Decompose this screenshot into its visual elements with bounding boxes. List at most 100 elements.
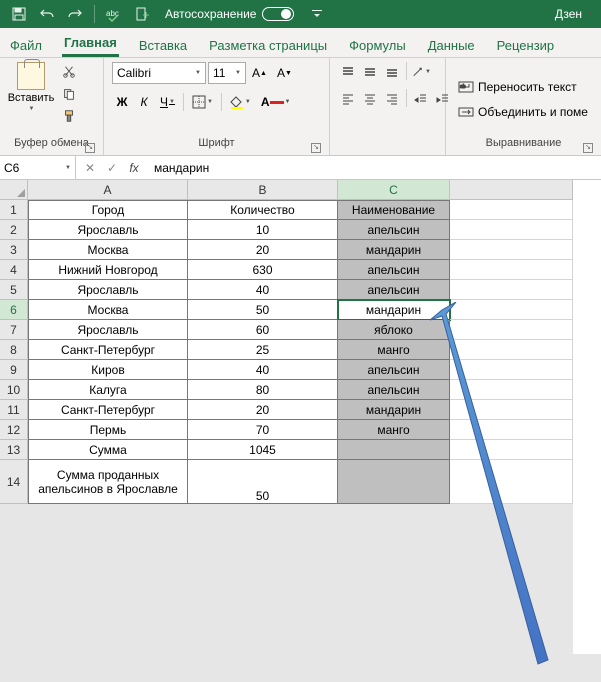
cell[interactable]: апельсин xyxy=(338,220,450,240)
row-header[interactable]: 5 xyxy=(0,280,28,300)
cell[interactable]: 25 xyxy=(188,340,338,360)
row-header[interactable]: 12 xyxy=(0,420,28,440)
merge-cells-button[interactable]: Объединить и поме xyxy=(454,101,592,123)
row-header[interactable]: 4 xyxy=(0,260,28,280)
cell[interactable]: 60 xyxy=(188,320,338,340)
fill-color-button[interactable]: ▼ xyxy=(226,91,255,113)
cell[interactable] xyxy=(338,440,450,460)
formula-input[interactable]: мандарин xyxy=(148,161,601,175)
cell[interactable]: Количество xyxy=(188,200,338,220)
cut-icon[interactable] xyxy=(58,62,80,82)
cell[interactable] xyxy=(450,360,573,380)
user-menu[interactable]: Дзен ▼ xyxy=(555,7,593,21)
cell[interactable] xyxy=(450,440,573,460)
cancel-formula-icon[interactable]: ✕ xyxy=(80,161,100,175)
align-middle-icon[interactable] xyxy=(360,62,380,82)
align-right-icon[interactable] xyxy=(382,89,402,109)
undo-icon[interactable] xyxy=(36,3,58,25)
row-header[interactable]: 11 xyxy=(0,400,28,420)
tab-home[interactable]: Главная xyxy=(62,31,119,57)
cell[interactable]: 50 xyxy=(188,300,338,320)
row-header[interactable]: 1 xyxy=(0,200,28,220)
cell[interactable]: 40 xyxy=(188,360,338,380)
cell[interactable]: Ярославль xyxy=(28,280,188,300)
col-header-d[interactable] xyxy=(450,180,573,200)
italic-button[interactable]: К xyxy=(134,91,154,113)
increase-font-icon[interactable]: A▲ xyxy=(248,62,271,84)
col-header-c[interactable]: C xyxy=(338,180,450,200)
cell[interactable]: Москва xyxy=(28,240,188,260)
cell[interactable]: Ярославль xyxy=(28,220,188,240)
row-header[interactable]: 3 xyxy=(0,240,28,260)
cell[interactable]: манго xyxy=(338,340,450,360)
dialog-launcher-icon[interactable]: ↘ xyxy=(85,143,95,153)
cell[interactable] xyxy=(450,320,573,340)
tab-data[interactable]: Данные xyxy=(426,34,477,57)
cell[interactable] xyxy=(450,240,573,260)
paste-button[interactable]: Вставить ▼ xyxy=(8,62,54,112)
cell[interactable]: Город xyxy=(28,200,188,220)
row-header[interactable]: 2 xyxy=(0,220,28,240)
cell[interactable]: манго xyxy=(338,420,450,440)
cell[interactable]: 20 xyxy=(188,400,338,420)
cell[interactable] xyxy=(450,300,573,320)
cell[interactable]: мандарин xyxy=(338,300,450,320)
cell[interactable]: мандарин xyxy=(338,240,450,260)
decrease-font-icon[interactable]: A▼ xyxy=(273,62,296,84)
col-header-a[interactable]: A xyxy=(28,180,188,200)
cell[interactable]: апельсин xyxy=(338,280,450,300)
row-header[interactable]: 10 xyxy=(0,380,28,400)
row-header[interactable]: 14 xyxy=(0,460,28,504)
cell[interactable]: 70 xyxy=(188,420,338,440)
cell[interactable]: 630 xyxy=(188,260,338,280)
cell[interactable]: Наименование xyxy=(338,200,450,220)
cell[interactable]: 80 xyxy=(188,380,338,400)
tab-formulas[interactable]: Формулы xyxy=(347,34,408,57)
align-bottom-icon[interactable] xyxy=(382,62,402,82)
cell[interactable]: Сумма xyxy=(28,440,188,460)
bold-button[interactable]: Ж xyxy=(112,91,132,113)
font-color-button[interactable]: А▼ xyxy=(257,91,295,113)
align-center-icon[interactable] xyxy=(360,89,380,109)
cell[interactable]: 1045 xyxy=(188,440,338,460)
cell[interactable] xyxy=(450,400,573,420)
cell[interactable]: 50 xyxy=(188,460,338,504)
cell[interactable]: яблоко xyxy=(338,320,450,340)
copy-icon[interactable] xyxy=(58,84,80,104)
cell[interactable] xyxy=(450,200,573,220)
cell[interactable]: 20 xyxy=(188,240,338,260)
cell[interactable]: Киров xyxy=(28,360,188,380)
redo-icon[interactable] xyxy=(64,3,86,25)
autosave-toggle[interactable]: Автосохранение xyxy=(165,7,294,21)
cell[interactable] xyxy=(450,460,573,504)
toggle-switch[interactable] xyxy=(262,7,294,21)
spellcheck-icon[interactable]: abc xyxy=(103,3,125,25)
cell[interactable]: Москва xyxy=(28,300,188,320)
cell[interactable]: Пермь xyxy=(28,420,188,440)
align-left-icon[interactable] xyxy=(338,89,358,109)
cell[interactable] xyxy=(450,220,573,240)
font-family-combo[interactable]: Calibri▼ xyxy=(112,62,206,84)
cell[interactable]: Санкт-Петербург xyxy=(28,400,188,420)
col-header-b[interactable]: B xyxy=(188,180,338,200)
cell[interactable]: Санкт-Петербург xyxy=(28,340,188,360)
dialog-launcher-icon[interactable]: ↘ xyxy=(311,143,321,153)
wrap-text-button[interactable]: ab Переносить текст xyxy=(454,76,581,98)
cell[interactable]: 40 xyxy=(188,280,338,300)
row-header[interactable]: 8 xyxy=(0,340,28,360)
cell[interactable]: Нижний Новгород xyxy=(28,260,188,280)
orientation-icon[interactable]: ▼ xyxy=(411,62,431,82)
format-painter-icon[interactable] xyxy=(58,106,80,126)
dialog-launcher-icon[interactable]: ↘ xyxy=(583,143,593,153)
cell[interactable]: Калуга xyxy=(28,380,188,400)
row-header[interactable]: 9 xyxy=(0,360,28,380)
row-header[interactable]: 7 xyxy=(0,320,28,340)
cell[interactable] xyxy=(450,380,573,400)
row-header[interactable]: 13 xyxy=(0,440,28,460)
decrease-indent-icon[interactable] xyxy=(411,89,431,109)
align-top-icon[interactable] xyxy=(338,62,358,82)
borders-button[interactable]: ▼ xyxy=(188,91,217,113)
tab-layout[interactable]: Разметка страницы xyxy=(207,34,329,57)
cell[interactable]: апельсин xyxy=(338,360,450,380)
cell[interactable]: Ярославль xyxy=(28,320,188,340)
